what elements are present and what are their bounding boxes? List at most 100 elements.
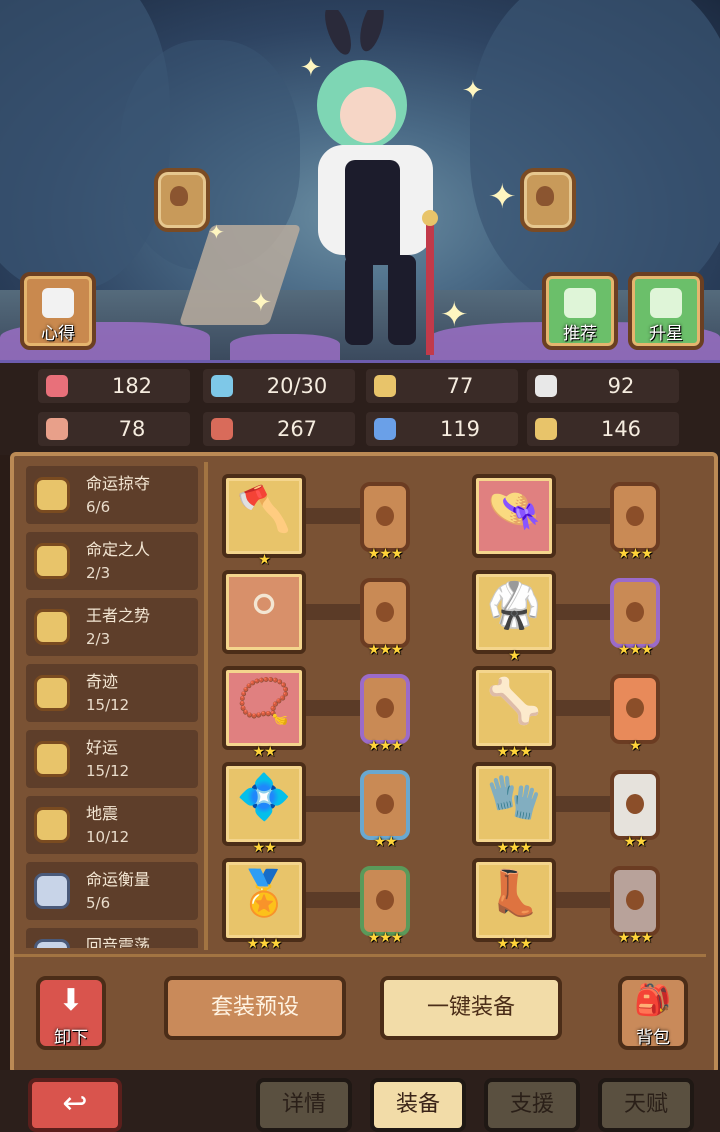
- stat-luck: 146: [527, 412, 679, 446]
- robot-icon: [42, 288, 74, 318]
- unequip-button[interactable]: ⬇ 卸下: [36, 976, 106, 1050]
- heart-icon: [46, 375, 68, 397]
- rune-stars: ★★★: [617, 930, 654, 946]
- crown-badge-icon: [34, 609, 70, 645]
- return-arrow-icon: ↩: [62, 1086, 88, 1121]
- rune-slot[interactable]: ★★★: [610, 866, 660, 946]
- rune-slot[interactable]: ★★★: [610, 578, 660, 658]
- equip-slot-ring[interactable]: 💠 ★★: [222, 762, 306, 856]
- shield-badge-icon: [34, 741, 70, 777]
- rune-stars: ★★★: [367, 930, 404, 946]
- equip-slot-boots[interactable]: 👢 ★★★: [472, 858, 556, 952]
- gem-plate-icon: 💠: [236, 772, 292, 823]
- rune-stars: ★★★: [617, 642, 654, 658]
- stat-hp: 182: [38, 369, 190, 403]
- stat-speed: 92: [527, 369, 679, 403]
- equip-slot-weapon[interactable]: 🪓 ★: [222, 474, 306, 568]
- equip-slot-belt[interactable]: 🏅 ★★★: [222, 858, 306, 952]
- set-item[interactable]: 王者之势 2/3: [26, 598, 198, 656]
- set-item[interactable]: 地震 10/12: [26, 796, 198, 854]
- horseshoe-icon: [535, 418, 557, 440]
- rune-stars: ★★★: [367, 642, 404, 658]
- rune-stars: ★★★: [367, 738, 404, 754]
- back-button[interactable]: ↩: [28, 1078, 122, 1132]
- equip-slot-offhand[interactable]: ⚪: [222, 570, 306, 654]
- stat-value: 267: [276, 417, 318, 441]
- experience-button[interactable]: 心得: [20, 272, 96, 350]
- link-bar: [306, 796, 360, 812]
- set-count: 2/3: [86, 564, 111, 582]
- link-bar: [306, 508, 360, 524]
- equip-all-button[interactable]: 一键装备: [380, 976, 562, 1040]
- set-item[interactable]: 命运衡量 5/6: [26, 862, 198, 920]
- equip-slot-helmet[interactable]: 👒: [472, 474, 556, 558]
- stat-value: 146: [600, 417, 642, 441]
- belt-icon: 🏅: [236, 868, 292, 919]
- recommend-button[interactable]: 推荐: [542, 272, 618, 350]
- equip-slot-bracer[interactable]: 🧤 ★★★: [472, 762, 556, 856]
- set-item[interactable]: 命运掠夺 6/6: [26, 466, 198, 524]
- link-bar: [306, 892, 360, 908]
- stat-value: 77: [446, 374, 474, 398]
- equip-slot-armor[interactable]: 🥋 ★: [472, 570, 556, 664]
- tab-talent[interactable]: 天赋: [598, 1078, 694, 1132]
- stat-strength: 78: [38, 412, 190, 446]
- rune-slot[interactable]: ★★★: [360, 482, 410, 562]
- stat-intelligence: 267: [203, 412, 355, 446]
- link-bar: [306, 604, 360, 620]
- set-name: 奇迹: [86, 672, 119, 691]
- necklace-icon: 📿: [236, 676, 292, 727]
- droplet-icon: [211, 375, 233, 397]
- rune-slot[interactable]: ★★★: [360, 578, 410, 658]
- book-icon: [211, 418, 233, 440]
- preset-button[interactable]: 套装预设: [164, 976, 346, 1040]
- link-bar: [556, 700, 610, 716]
- backpack-button[interactable]: 🎒 背包: [618, 976, 688, 1050]
- stats-bar: 182 20/30 77 92 78 267 119 146: [0, 360, 720, 455]
- item-stars: ★★★: [246, 936, 283, 952]
- tab-details[interactable]: 详情: [256, 1078, 352, 1132]
- set-item[interactable]: 奇迹 15/12: [26, 664, 198, 722]
- equip-slot-charm[interactable]: 🦴 ★★★: [472, 666, 556, 760]
- rune-slot[interactable]: ★: [610, 674, 660, 754]
- set-item[interactable]: 命定之人 2/3: [26, 532, 198, 590]
- set-name: 命运掠夺: [86, 474, 151, 493]
- set-name: 命运衡量: [86, 870, 151, 889]
- floating-token-right[interactable]: [520, 168, 576, 232]
- item-stars: ★★★: [496, 936, 533, 952]
- set-item[interactable]: 好运 15/12: [26, 730, 198, 788]
- star-up-button[interactable]: 升星: [628, 272, 704, 350]
- tab-support[interactable]: 支援: [484, 1078, 580, 1132]
- set-item[interactable]: 回音震荡: [26, 928, 198, 948]
- rune-stars: ★: [629, 738, 642, 754]
- panel-separator: [14, 954, 706, 957]
- rune-slot[interactable]: ★★★: [610, 482, 660, 562]
- sparkle-icon: ✦: [488, 177, 517, 217]
- equipment-panel: 命运掠夺 6/6 命定之人 2/3 王者之势 2/3 奇迹 15/12 好运 1…: [10, 452, 718, 1075]
- equipment-grid: 🪓 ★ ★★★ 👒 ★★★ ⚪ ★★★ 🥋 ★ ★★★ 📿 ★★ ★★★ 🦴 ★…: [210, 462, 706, 952]
- sparkle-icon: ✦: [300, 53, 322, 83]
- floating-token-left[interactable]: [154, 168, 210, 232]
- set-count: 5/6: [86, 894, 111, 912]
- axe-icon: 🪓: [236, 484, 292, 535]
- rune-slot[interactable]: ★★: [610, 770, 660, 850]
- stat-skill: 119: [366, 412, 518, 446]
- set-name: 命定之人: [86, 540, 151, 559]
- hero-character[interactable]: [300, 10, 450, 355]
- star-up-label: 升星: [649, 324, 683, 344]
- rune-slot[interactable]: ★★★: [360, 866, 410, 946]
- set-name: 回音震荡: [86, 936, 151, 948]
- link-bar: [556, 892, 610, 908]
- arrow-down-icon: ⬇: [58, 983, 84, 1018]
- set-bonus-list[interactable]: 命运掠夺 6/6 命定之人 2/3 王者之势 2/3 奇迹 15/12 好运 1…: [26, 466, 198, 948]
- equip-slot-necklace[interactable]: 📿 ★★: [222, 666, 306, 760]
- horseshoe-badge-icon: [34, 543, 70, 579]
- horseshoe-badge-icon: [34, 477, 70, 513]
- rune-slot[interactable]: ★★★: [360, 674, 410, 754]
- stat-value: 20/30: [266, 374, 328, 398]
- rune-slot[interactable]: ★★: [360, 770, 410, 850]
- set-count: 15/12: [86, 762, 130, 780]
- item-stars: ★★: [252, 840, 276, 856]
- tab-equipment[interactable]: 装备: [370, 1078, 466, 1132]
- set-count: 10/12: [86, 828, 130, 846]
